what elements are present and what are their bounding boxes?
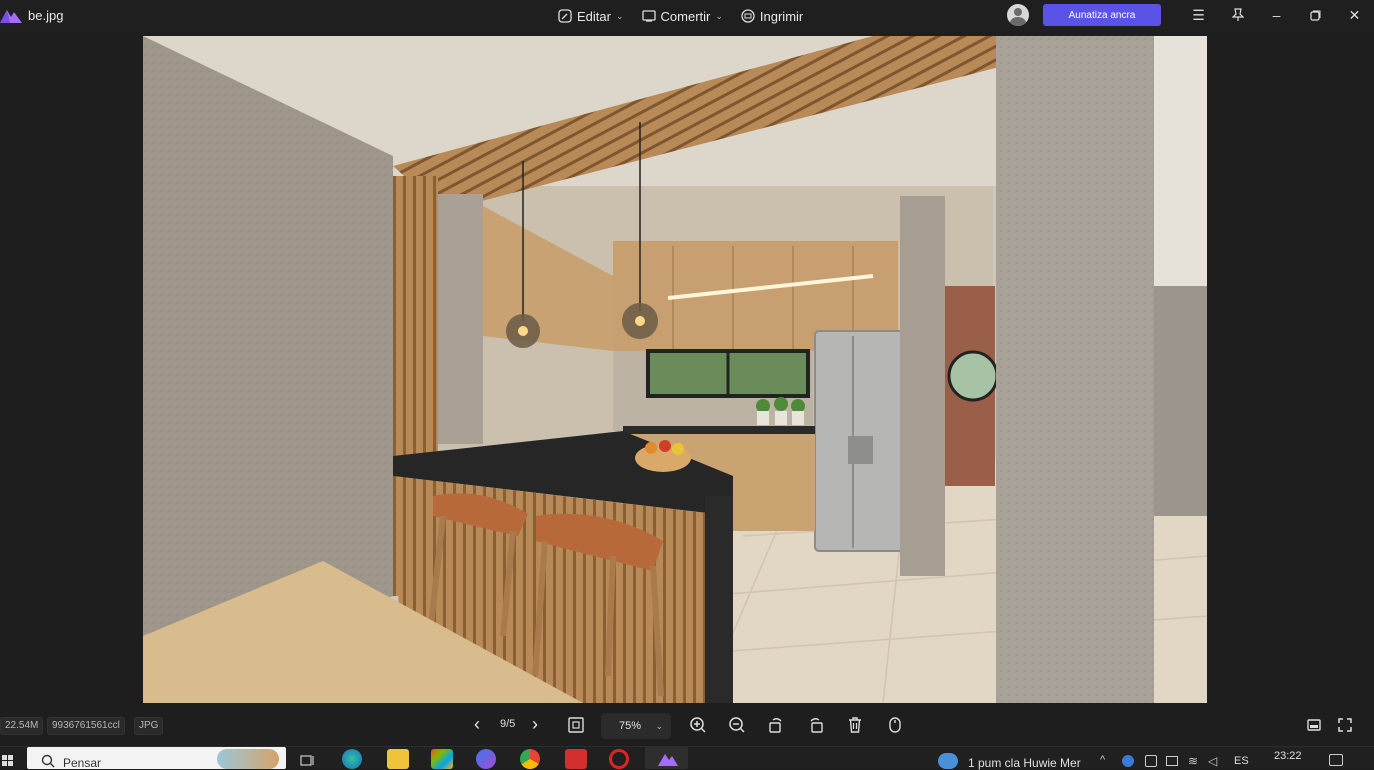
next-icon[interactable]: › <box>532 714 538 735</box>
edit-icon <box>558 9 572 23</box>
wifi-icon[interactable]: ≋ <box>1188 754 1198 768</box>
edge-browser-icon[interactable] <box>342 749 362 769</box>
print-icon <box>741 9 755 23</box>
app-logo-icon <box>0 10 22 23</box>
chevron-down-icon: ⌄ <box>615 10 624 21</box>
maximize-icon[interactable] <box>1296 3 1335 27</box>
taskbar-search-input[interactable]: Pensar <box>27 747 286 770</box>
taskbar: Pensar 1 pum cla Huwie Mer ^ ≋ ◁ ES 23:2… <box>0 746 1374 770</box>
zoom-out-icon[interactable] <box>726 714 748 736</box>
opera-icon[interactable] <box>609 749 629 769</box>
pin-icon[interactable] <box>1218 3 1257 27</box>
chevron-down-icon: ⌄ <box>655 721 663 731</box>
file-explorer-icon[interactable] <box>387 749 409 769</box>
weather-icon[interactable] <box>938 753 958 769</box>
windows-start-icon[interactable] <box>2 755 14 767</box>
filmstrip-icon[interactable] <box>1303 714 1325 736</box>
convert-button[interactable]: Comertir ⌄ <box>641 6 723 26</box>
task-view-icon[interactable] <box>300 753 316 767</box>
more-options-icon[interactable] <box>884 714 906 736</box>
store-app-icon[interactable] <box>431 749 453 769</box>
photo-app-icon <box>658 754 678 766</box>
rotate-right-icon[interactable] <box>805 714 827 736</box>
bottom-toolbar: 22.54M 9936761561ccl JPG ‹ 9/5 › 75% ⌄ <box>0 706 1374 746</box>
title-bar: be.jpg Editar ⌄ Comertir ⌄ Ingrimir Auna… <box>0 0 1374 32</box>
edit-label: Editar <box>577 8 611 24</box>
photos-app-active[interactable] <box>645 747 688 769</box>
minimize-icon[interactable]: – <box>1257 3 1296 27</box>
volume-icon[interactable]: ◁ <box>1208 754 1217 768</box>
notifications-icon[interactable] <box>1329 754 1343 766</box>
zoom-in-icon[interactable] <box>687 714 709 736</box>
convert-icon <box>641 10 656 22</box>
clock[interactable]: 23:22 <box>1274 750 1302 762</box>
file-name: be.jpg <box>28 8 64 23</box>
fullscreen-icon[interactable] <box>1334 714 1356 736</box>
image-dimensions: 9936761561ccl <box>47 717 125 735</box>
fit-to-window-icon[interactable] <box>565 714 587 736</box>
battery-icon[interactable] <box>1166 756 1178 766</box>
file-type: JPG <box>134 717 164 735</box>
cloud-icon[interactable] <box>1122 755 1134 767</box>
search-highlight-image <box>217 749 279 769</box>
close-icon[interactable]: ✕ <box>1335 3 1374 27</box>
delete-icon[interactable] <box>844 714 866 736</box>
chevron-up-icon[interactable]: ^ <box>1100 754 1105 766</box>
chrome-icon[interactable] <box>520 749 540 769</box>
previous-icon[interactable]: ‹ <box>474 714 480 735</box>
chevron-down-icon: ⌄ <box>715 10 723 21</box>
print-button[interactable]: Ingrimir <box>741 6 803 26</box>
zoom-select[interactable]: 75% ⌄ <box>601 713 671 739</box>
menu-icon[interactable]: ☰ <box>1179 3 1218 27</box>
avatar[interactable] <box>1007 4 1029 26</box>
upgrade-button[interactable]: Aunatiza ancra <box>1043 4 1161 26</box>
pdf-app-icon[interactable] <box>565 749 587 769</box>
convert-label: Comertir <box>660 8 711 24</box>
zoom-value: 75% <box>619 720 642 732</box>
edit-button[interactable]: Editar ⌄ <box>558 6 624 26</box>
page-indicator: 9/5 <box>500 718 516 730</box>
file-size: 22.54M <box>0 717 44 735</box>
search-icon <box>41 754 55 768</box>
image-viewport[interactable] <box>0 32 1374 706</box>
kitchen-photo <box>143 36 1207 703</box>
language-indicator[interactable]: ES <box>1234 755 1249 767</box>
print-label: Ingrimir <box>759 8 804 24</box>
copilot-icon[interactable] <box>476 749 496 769</box>
rotate-left-icon[interactable] <box>765 714 787 736</box>
tray-app-icon[interactable] <box>1145 755 1157 767</box>
